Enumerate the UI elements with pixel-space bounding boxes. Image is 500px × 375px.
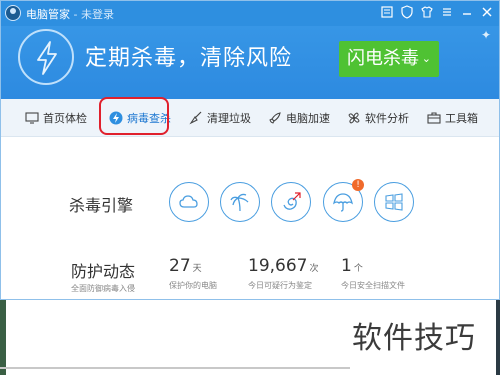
watermark-text: 软件技巧 xyxy=(352,321,476,356)
title-bar: 电脑管家 - 未登录 xyxy=(1,1,499,26)
windows-engine-icon[interactable] xyxy=(374,182,414,222)
main-nav: 首页体检 病毒查杀 清理垃圾 电脑加速 软件分析 工具箱 xyxy=(1,99,499,137)
fan-icon xyxy=(348,112,360,124)
minimize-icon[interactable] xyxy=(459,4,475,20)
protection-sublabel: 全面防御病毒入侵 xyxy=(71,284,135,293)
highlight-annotation xyxy=(99,97,169,135)
tab-speedup[interactable]: 电脑加速 xyxy=(268,99,330,137)
broom-icon xyxy=(189,111,202,125)
tab-toolbox[interactable]: 工具箱 xyxy=(427,99,478,137)
tab-home-checkup[interactable]: 首页体检 xyxy=(25,99,87,137)
user-avatar[interactable] xyxy=(5,5,21,21)
toolbox-icon xyxy=(427,112,441,124)
swirl-engine-icon[interactable] xyxy=(271,182,311,222)
alert-badge: ! xyxy=(352,179,364,191)
umbrella-engine-icon[interactable]: ! xyxy=(323,179,364,222)
bolt-logo-icon xyxy=(18,29,74,85)
window-title: 电脑管家 - 未登录 xyxy=(26,8,114,21)
shield-icon[interactable] xyxy=(399,4,415,20)
rocket-icon xyxy=(269,112,281,124)
desktop-edge-right xyxy=(496,300,500,375)
monitor-icon xyxy=(25,112,39,124)
banner-slogan: 定期杀毒，清除风险 xyxy=(85,46,293,71)
chevron-down-icon[interactable]: ⌄ xyxy=(422,41,431,77)
divider-line xyxy=(0,367,350,369)
skin-icon[interactable] xyxy=(419,4,435,20)
banner: 定期杀毒，清除风险 闪电杀毒 ⌄ ✦ xyxy=(1,26,499,99)
menu-icon[interactable] xyxy=(439,4,455,20)
desktop-edge-left xyxy=(0,300,6,375)
feedback-icon[interactable] xyxy=(379,4,395,20)
virus-scan-panel: 杀毒引擎 ! 防护动态 全面防御病毒入侵 27 天 保护你的电脑 19,667 次 … xyxy=(1,138,499,299)
pin-icon[interactable]: ✦ xyxy=(481,28,491,42)
cloud-engine-icon[interactable] xyxy=(169,182,209,222)
stat-suspicious-behaviors: 19,667 次 今日可疑行为鉴定 xyxy=(248,256,319,290)
app-window: 电脑管家 - 未登录 定期杀毒，清除风险 闪电杀毒 ⌄ ✦ 首页体检 病毒查杀 xyxy=(0,0,500,300)
protection-section-label: 防护动态 xyxy=(71,262,136,281)
palm-engine-icon[interactable] xyxy=(220,182,260,222)
close-icon[interactable] xyxy=(479,4,495,20)
tab-software-analysis[interactable]: 软件分析 xyxy=(347,99,409,137)
window-controls xyxy=(379,4,495,20)
quick-scan-button[interactable]: 闪电杀毒 ⌄ xyxy=(339,41,439,77)
engine-section-label: 杀毒引擎 xyxy=(69,196,134,215)
stat-protected-days: 27 天 保护你的电脑 xyxy=(169,256,217,290)
tab-clean-junk[interactable]: 清理垃圾 xyxy=(189,99,251,137)
stat-scanned-files: 1个 今日安全扫描文件 xyxy=(341,256,405,290)
